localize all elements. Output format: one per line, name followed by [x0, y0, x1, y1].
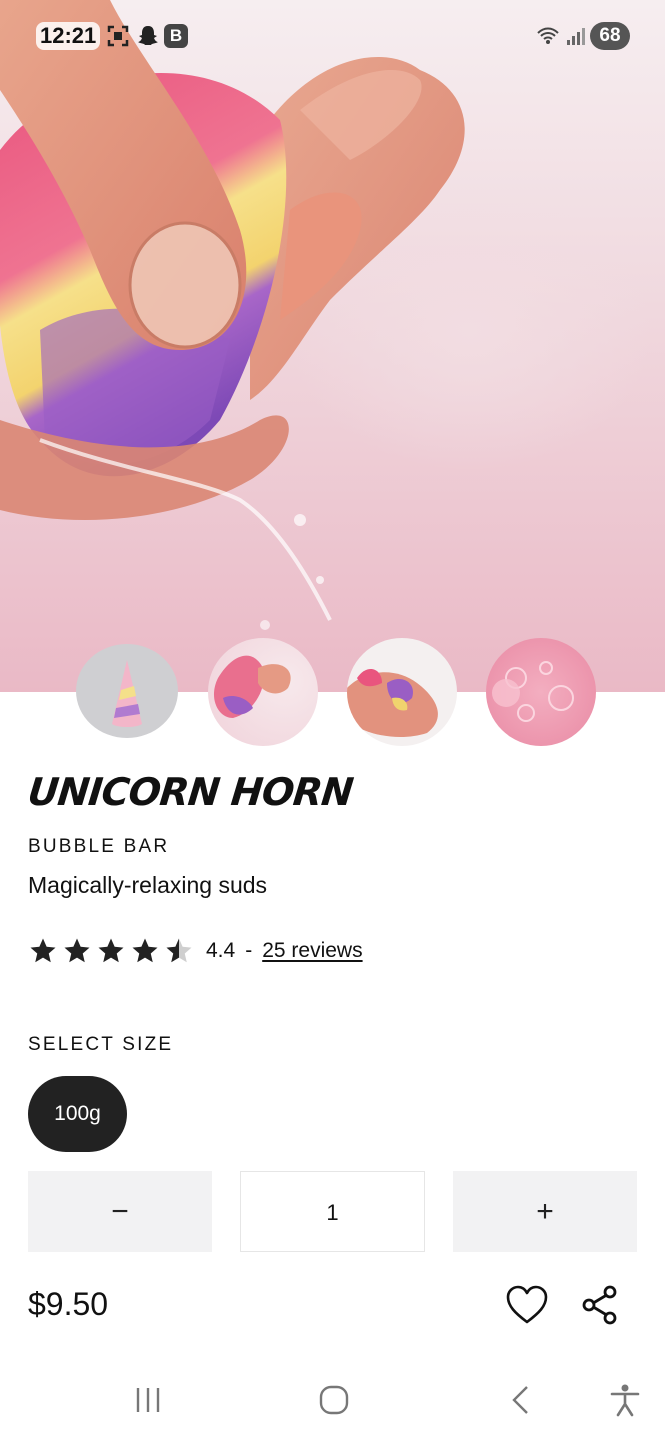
image-thumbnails — [0, 638, 665, 748]
product-tagline: Magically-relaxing suds — [28, 872, 268, 898]
share-icon[interactable] — [580, 1284, 620, 1326]
heart-icon[interactable] — [505, 1284, 549, 1326]
snapchat-icon — [138, 26, 158, 45]
quantity-increase-button[interactable]: + — [453, 1171, 637, 1252]
recent-apps-icon[interactable] — [130, 1382, 166, 1418]
hero-photo — [0, 0, 465, 630]
product-hero-image[interactable] — [0, 0, 665, 692]
star-rating — [28, 936, 194, 966]
quantity-decrease-button[interactable]: − — [28, 1171, 212, 1252]
reviews-link[interactable]: 25 reviews — [262, 939, 362, 963]
back-icon[interactable] — [503, 1382, 539, 1418]
b-app-icon: B — [164, 24, 188, 48]
star-icon — [132, 938, 158, 963]
quantity-value[interactable]: 1 — [240, 1171, 425, 1252]
home-icon[interactable] — [316, 1382, 352, 1418]
battery-icon: 68 — [590, 22, 630, 50]
hand-thumbnail — [213, 655, 291, 718]
product-category: BUBBLE BAR — [28, 836, 170, 857]
rating-value: 4.4 — [206, 939, 236, 962]
product-price: $9.50 — [28, 1286, 109, 1322]
wifi-icon — [537, 27, 559, 44]
star-icon — [98, 938, 124, 963]
system-navigation-bar — [0, 1360, 665, 1440]
hands-thumbnail — [347, 668, 438, 738]
plus-icon: + — [536, 1194, 554, 1228]
thumbnail-1[interactable] — [76, 644, 178, 738]
rating-separator: - — [245, 939, 253, 962]
bubbles-thumbnail — [492, 661, 574, 722]
star-icon — [30, 938, 56, 963]
thumbnail-3[interactable] — [347, 638, 457, 746]
select-size-label: SELECT SIZE — [28, 1034, 174, 1055]
rating-row: 4.4 - 25 reviews — [28, 934, 363, 968]
status-time: 12:21 — [36, 22, 101, 50]
screenshot-icon — [107, 25, 129, 47]
minus-icon: − — [111, 1194, 129, 1228]
thumbnail-4[interactable] — [486, 638, 596, 746]
half-star-icon — [166, 938, 192, 963]
status-bar: 12:21 B 68 — [0, 0, 665, 72]
thumbnail-2[interactable] — [208, 638, 318, 746]
size-option-100g[interactable]: 100g — [28, 1076, 127, 1152]
unicorn-horn-thumbnail — [112, 660, 142, 727]
product-title: UNICORN HORN — [25, 770, 355, 814]
star-icon — [64, 938, 90, 963]
accessibility-icon[interactable] — [607, 1382, 643, 1418]
signal-icon — [567, 28, 585, 45]
